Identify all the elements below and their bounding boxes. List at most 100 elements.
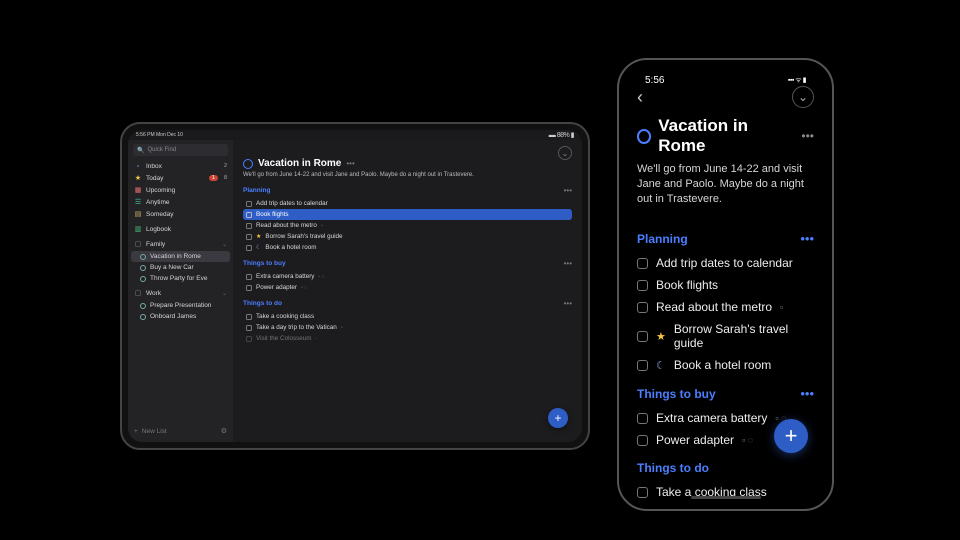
task-row[interactable]: Read about the metro▫ <box>243 220 572 231</box>
task-row[interactable]: ★Borrow Sarah's travel guide <box>637 318 814 354</box>
sidebar-item-label: Logbook <box>146 226 171 233</box>
checkbox[interactable] <box>637 331 648 342</box>
collapse-button[interactable]: ⌄ <box>558 146 572 160</box>
gear-icon[interactable]: ⚙ <box>221 427 227 435</box>
task-row[interactable]: Add trip dates to calendar <box>243 198 572 209</box>
area-icon: ▢ <box>134 289 142 297</box>
search-input[interactable]: 🔍 Quick Find <box>133 144 228 156</box>
note-icon: ▫ <box>780 302 783 312</box>
sidebar-item-today[interactable]: ★ Today 1 8 <box>128 172 233 184</box>
project-dot-icon <box>140 265 146 271</box>
section-more-button[interactable]: ••• <box>564 186 572 195</box>
project-more-button[interactable]: ••• <box>346 159 354 168</box>
moon-icon: ☾ <box>656 359 666 372</box>
project-dot-icon <box>140 303 146 309</box>
task-title: Borrow Sarah's travel guide <box>265 233 342 240</box>
back-button[interactable]: ‹ <box>637 87 643 108</box>
project-onboard-james[interactable]: Onboard James <box>128 311 233 322</box>
project-more-button[interactable]: ••• <box>801 129 814 143</box>
project-progress-icon <box>637 129 651 144</box>
task-row[interactable]: Read about the metro▫ <box>637 296 814 318</box>
project-vacation-rome[interactable]: Vacation in Rome <box>131 251 230 262</box>
iphone-status-bar: 5:56 ▪▪▪ ᯤ ▮ <box>637 74 814 86</box>
task-title: Borrow Sarah's travel guide <box>674 322 814 350</box>
task-row[interactable]: Book flights <box>637 274 814 296</box>
section-more-button[interactable]: ••• <box>800 386 814 401</box>
checkbox[interactable] <box>637 487 648 498</box>
section-more-button[interactable]: ••• <box>564 259 572 268</box>
new-task-button[interactable]: + <box>774 419 808 453</box>
task-row[interactable]: Take a cooking class <box>243 311 572 322</box>
checkbox[interactable] <box>637 435 648 446</box>
plus-icon: + <box>785 423 798 449</box>
task-row[interactable]: Visit the Colosseum▫ <box>243 333 572 344</box>
checkbox[interactable] <box>246 325 252 331</box>
area-family[interactable]: ▢ Family ⌄ <box>128 237 233 251</box>
checkbox[interactable] <box>637 258 648 269</box>
checkbox[interactable] <box>246 336 252 342</box>
checkbox[interactable] <box>246 201 252 207</box>
checkbox[interactable] <box>637 302 648 313</box>
sidebar-item-inbox[interactable]: ▫ Inbox 2 <box>128 160 233 172</box>
sidebar-item-anytime[interactable]: ☰ Anytime <box>128 196 233 208</box>
sidebar-item-upcoming[interactable]: ▦ Upcoming <box>128 184 233 196</box>
task-row[interactable]: ☾ Book a hotel room <box>637 354 814 376</box>
task-title: Extra camera battery <box>256 273 314 280</box>
checkbox[interactable] <box>246 223 252 229</box>
task-row[interactable]: Power adapter▫ ◌ <box>243 282 572 293</box>
checkbox[interactable] <box>246 212 252 218</box>
task-title: Power adapter <box>656 433 734 447</box>
note-icon: ▫ <box>321 223 323 229</box>
project-prepare-presentation[interactable]: Prepare Presentation <box>128 300 233 311</box>
project-notes[interactable]: We'll go from June 14-22 and visit Jane … <box>637 162 814 207</box>
checkbox[interactable] <box>246 314 252 320</box>
checkbox[interactable] <box>246 285 252 291</box>
sidebar-item-someday[interactable]: ▤ Someday <box>128 208 233 220</box>
checkbox[interactable] <box>637 360 648 371</box>
area-work[interactable]: ▢ Work ⌄ <box>128 286 233 300</box>
project-party-eve[interactable]: Throw Party for Eve <box>128 273 233 284</box>
project-progress-icon <box>243 159 253 169</box>
project-new-car[interactable]: Buy a New Car <box>128 262 233 273</box>
task-row[interactable]: Take a day trip to the Vatican▫ <box>243 322 572 333</box>
sidebar-item-label: Anytime <box>146 199 169 206</box>
section-heading[interactable]: Things to do <box>243 300 282 307</box>
collapse-button[interactable]: ⌄ <box>792 86 814 108</box>
project-dot-icon <box>140 254 146 260</box>
checkbox[interactable] <box>246 274 252 280</box>
new-list-button[interactable]: + New List ⚙ <box>128 424 233 438</box>
task-row[interactable]: ☾Book a hotel room <box>243 242 572 253</box>
archive-icon: ▤ <box>134 210 142 218</box>
section-heading[interactable]: Planning <box>637 232 688 246</box>
task-title: Add trip dates to calendar <box>256 200 328 207</box>
checkbox[interactable] <box>246 245 252 251</box>
section-heading[interactable]: Planning <box>243 187 270 194</box>
task-row[interactable]: Book flights <box>243 209 572 220</box>
section-heading[interactable]: Things to buy <box>637 387 716 401</box>
task-row[interactable]: ★Borrow Sarah's travel guide <box>243 231 572 242</box>
project-label: Buy a New Car <box>150 264 194 271</box>
section-more-button[interactable]: ••• <box>800 231 814 246</box>
inbox-count: 2 <box>224 163 227 169</box>
section-more-button[interactable]: ••• <box>564 299 572 308</box>
task-title: Extra camera battery <box>656 411 767 425</box>
task-title: Book a hotel room <box>265 244 316 251</box>
chevron-down-icon: ⌄ <box>562 149 569 158</box>
new-task-button[interactable]: + <box>548 408 568 428</box>
status-battery: ▬ 88% ▮ <box>549 131 574 139</box>
checkbox[interactable] <box>637 280 648 291</box>
iphone-screen: 5:56 ▪▪▪ ᯤ ▮ ‹ ⌄ Vacation in Rome ••• We… <box>625 66 826 503</box>
task-row[interactable]: Extra camera battery▫ ◌ <box>243 271 572 282</box>
home-indicator <box>691 496 761 499</box>
task-row[interactable]: Add trip dates to calendar <box>637 252 814 274</box>
section-heading[interactable]: Things to do <box>637 461 709 475</box>
chevron-down-icon: ⌄ <box>222 241 227 248</box>
sidebar-item-logbook[interactable]: ▥ Logbook <box>128 223 233 235</box>
section-heading[interactable]: Things to buy <box>243 260 286 267</box>
task-title: Book a hotel room <box>674 358 771 372</box>
checkbox[interactable] <box>637 413 648 424</box>
checkbox[interactable] <box>246 234 252 240</box>
sidebar-item-label: Today <box>146 175 163 182</box>
project-notes[interactable]: We'll go from June 14-22 and visit Jane … <box>243 172 572 178</box>
task-row[interactable]: Take a cooking class <box>637 481 814 503</box>
